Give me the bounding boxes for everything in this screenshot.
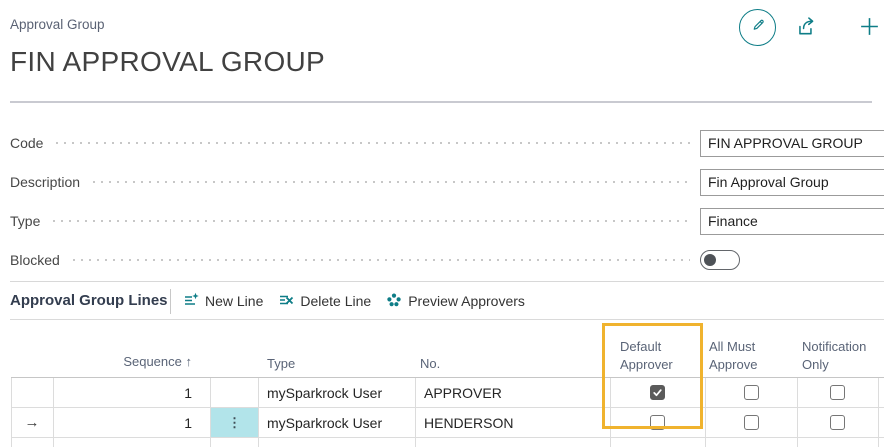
blocked-toggle-wrap [700, 250, 884, 270]
preview-approvers-icon [386, 292, 402, 311]
type-cell[interactable]: mySparkrock User [267, 415, 382, 431]
default-approver-checkbox[interactable] [650, 385, 665, 400]
code-field-row: Code [10, 129, 884, 157]
notification-only-checkbox[interactable] [830, 385, 845, 400]
toolbar-divider [170, 289, 171, 314]
column-header-sequence[interactable]: Sequence ↑ [53, 353, 192, 371]
column-header-no[interactable]: No. [420, 355, 440, 373]
page-title: FIN APPROVAL GROUP [10, 46, 325, 78]
dotted-leader [53, 129, 690, 157]
code-input[interactable] [700, 130, 884, 157]
default-approver-checkbox[interactable] [650, 415, 665, 430]
type-label: Type [10, 213, 40, 229]
pencil-icon [749, 16, 767, 39]
section-separator [10, 281, 884, 282]
all-must-approve-checkbox[interactable] [744, 415, 759, 430]
approval-group-page: Approval Group [0, 0, 884, 447]
section-title: Approval Group Lines [10, 292, 168, 309]
preview-approvers-label: Preview Approvers [408, 293, 525, 309]
header-actions [739, 9, 881, 46]
notification-only-cell [797, 378, 878, 407]
title-separator [10, 101, 872, 103]
plus-icon [858, 15, 881, 41]
grid-line [11, 437, 884, 438]
all-must-approve-cell [705, 378, 797, 407]
toggle-knob-icon [704, 254, 716, 266]
column-header-notification-only[interactable]: Notification Only [802, 338, 884, 373]
add-button[interactable] [858, 15, 881, 41]
blocked-toggle[interactable] [700, 250, 740, 270]
preview-approvers-button[interactable]: Preview Approvers [386, 292, 525, 311]
column-header-type[interactable]: Type [267, 355, 295, 373]
default-approver-cell [610, 378, 705, 407]
all-must-approve-checkbox[interactable] [744, 385, 759, 400]
description-label: Description [10, 174, 80, 190]
dotted-leader [70, 246, 690, 274]
row-options-cell[interactable]: ⋮ [211, 378, 258, 407]
dotted-leader [50, 207, 690, 235]
blocked-field-row: Blocked [10, 246, 884, 274]
new-line-icon [183, 292, 199, 311]
description-input[interactable] [700, 169, 884, 196]
type-cell[interactable]: mySparkrock User [267, 385, 382, 401]
sequence-header-label: Sequence [123, 354, 182, 369]
share-icon [795, 15, 817, 40]
new-line-button[interactable]: New Line [183, 292, 263, 311]
sequence-cell[interactable]: 1 [53, 385, 192, 401]
row-options-cell[interactable]: ⋮ [211, 408, 258, 437]
default-approver-cell [610, 408, 705, 437]
all-must-approve-cell [705, 408, 797, 437]
no-cell[interactable]: HENDERSON [424, 415, 513, 431]
notification-only-checkbox[interactable] [830, 415, 845, 430]
page-caption: Approval Group [10, 17, 105, 32]
delete-line-label: Delete Line [300, 293, 371, 309]
no-cell[interactable]: APPROVER [424, 385, 502, 401]
grid-line [258, 378, 259, 447]
table-top-separator [10, 319, 884, 320]
grid-line [878, 378, 879, 447]
row-selector-cell[interactable]: → [11, 414, 53, 431]
ellipsis-icon: ⋮ [228, 416, 241, 429]
type-input[interactable] [700, 208, 884, 235]
delete-line-icon [278, 292, 294, 311]
lines-toolbar: New Line Delete Line Previe [183, 288, 525, 314]
blocked-label: Blocked [10, 252, 60, 268]
grid-line [415, 378, 416, 447]
delete-line-button[interactable]: Delete Line [278, 292, 371, 311]
description-field-row: Description [10, 168, 884, 196]
new-line-label: New Line [205, 293, 263, 309]
dotted-leader [90, 168, 690, 196]
column-header-default-approver[interactable]: Default Approver [620, 338, 692, 373]
edit-button[interactable] [739, 9, 776, 46]
type-field-row: Type [10, 207, 884, 235]
sort-ascending-icon: ↑ [186, 354, 193, 369]
share-button[interactable] [795, 15, 817, 40]
code-label: Code [10, 135, 43, 151]
grid-line [11, 378, 12, 447]
column-header-all-must-approve[interactable]: All Must Approve [709, 338, 781, 373]
sequence-cell[interactable]: 1 [53, 415, 192, 431]
notification-only-cell [797, 408, 878, 437]
checkmark-icon [652, 387, 663, 398]
